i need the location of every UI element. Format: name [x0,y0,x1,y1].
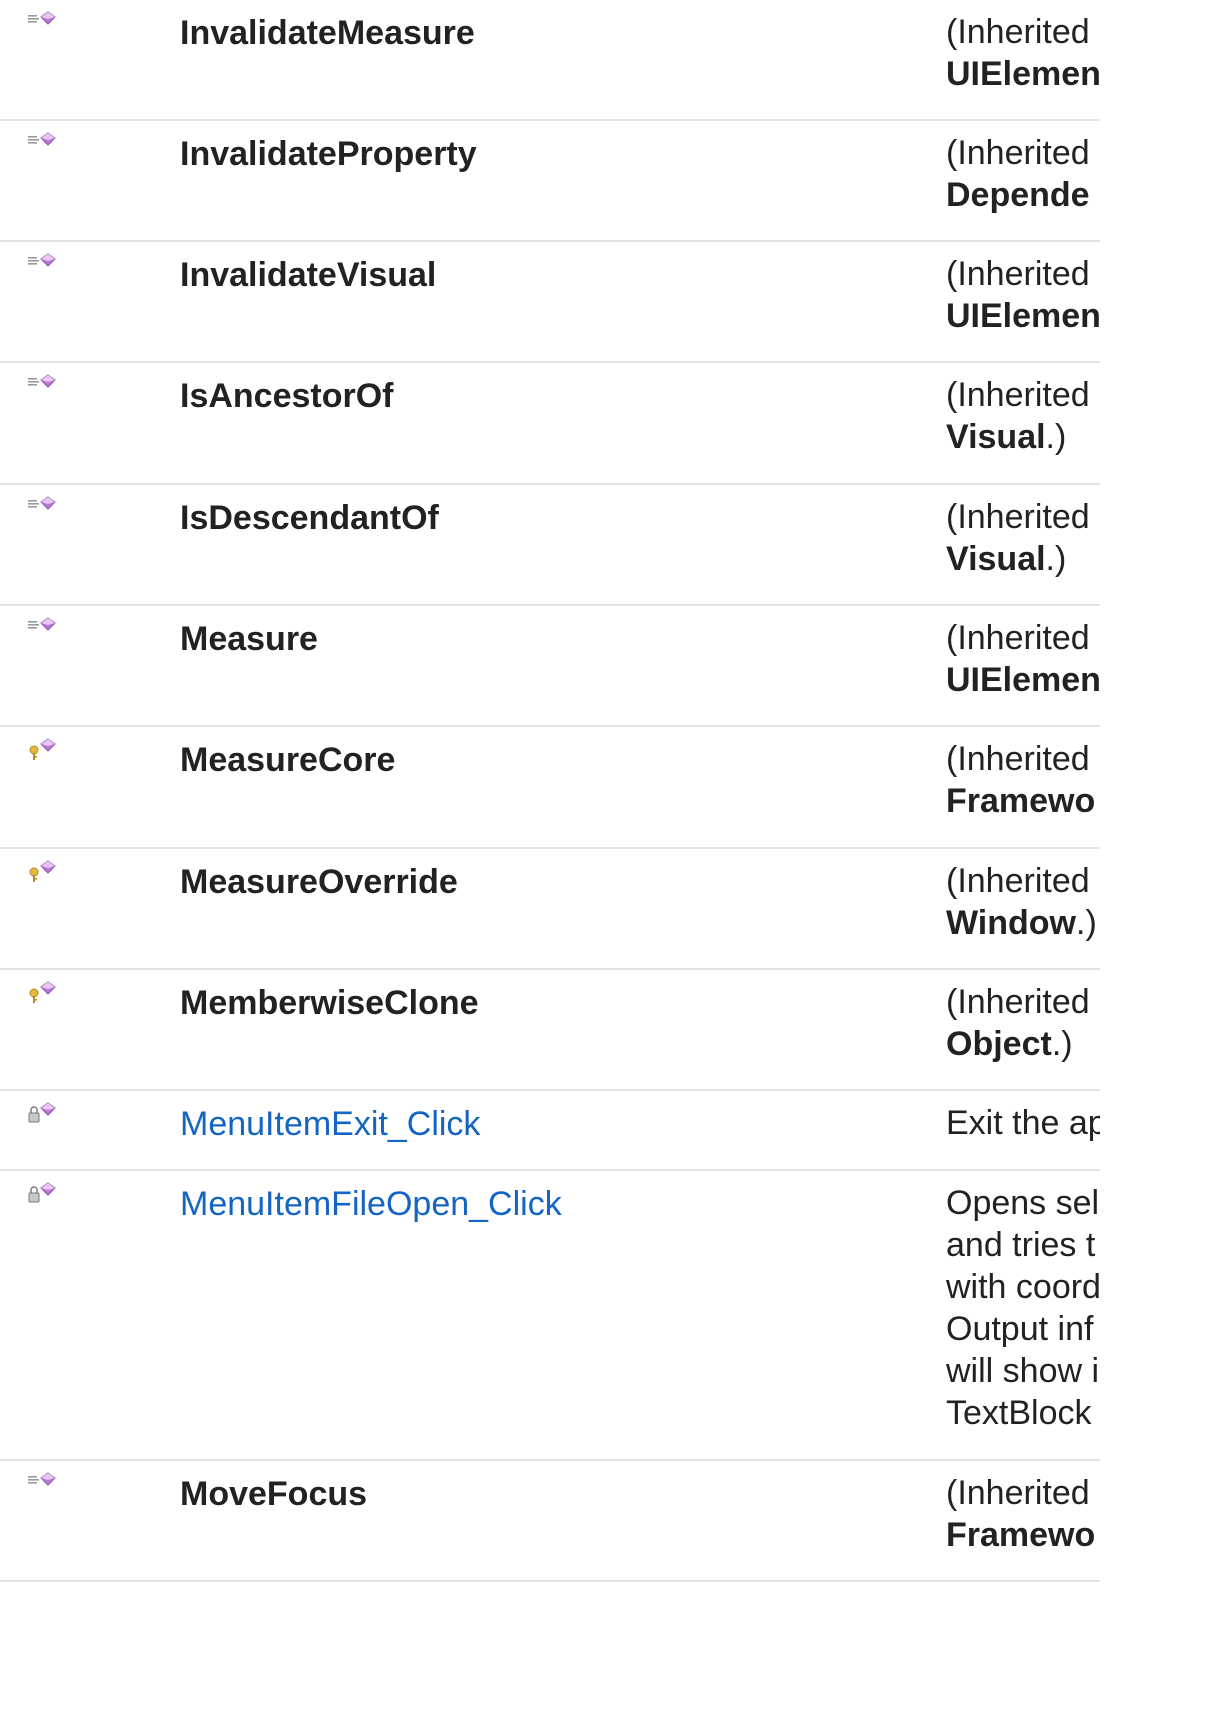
public-method-icon [26,616,60,642]
inherited-label: (Inherited [946,255,1090,293]
method-name: Measure [180,620,318,658]
method-description: (Inherited Window.) [946,860,1100,944]
private-method-icon [26,1181,60,1207]
inherited-label: (Inherited [946,376,1090,414]
description-line: and tries t [946,1226,1096,1264]
table-row: InvalidateMeasure (Inherited UIElemen [0,0,1100,121]
description-line: Exit the ap [946,1104,1100,1142]
inherited-from: Visual.) [946,416,1100,458]
method-description: Opens sel and tries t with coord Output inf… [946,1182,1100,1434]
description-line: with coord [946,1268,1100,1306]
inherited-from: Framewo [946,780,1100,822]
base-class-name: UIElemen [946,297,1100,335]
public-method-icon [26,10,60,36]
inherited-label: (Inherited [946,498,1090,536]
table-row: MeasureOverride (Inherited Window.) [0,849,1100,970]
method-name: InvalidateVisual [180,256,437,294]
private-method-icon [26,1101,60,1127]
method-name: MemberwiseClone [180,984,479,1022]
inherited-label: (Inherited [946,619,1090,657]
method-name: MeasureOverride [180,863,458,901]
table-row: InvalidateVisual (Inherited UIElemen [0,242,1100,363]
method-description: (Inherited Object.) [946,981,1100,1065]
inherited-label: (Inherited [946,862,1090,900]
table-row: Measure (Inherited UIElemen [0,606,1100,727]
method-description: (Inherited UIElemen [946,253,1100,337]
public-method-icon [26,1471,60,1497]
base-class-name: Framewo [946,1516,1096,1554]
base-class-name: Window [946,904,1076,942]
method-description: (Inherited Depende [946,132,1100,216]
table-row: MoveFocus (Inherited Framewo [0,1461,1100,1582]
method-name: InvalidateProperty [180,135,477,173]
method-name: MeasureCore [180,741,396,779]
method-name-link[interactable]: MenuItemExit_Click [180,1102,480,1146]
method-name: MoveFocus [180,1475,368,1513]
table-row: MenuItemExit_Click Exit the ap [0,1091,1100,1171]
inherited-from: UIElemen [946,659,1100,701]
inherited-from: Object.) [946,1023,1100,1065]
protected-method-icon [26,859,60,885]
public-method-icon [26,252,60,278]
inherited-label: (Inherited [946,134,1090,172]
method-description: (Inherited Visual.) [946,374,1100,458]
base-class-name: Depende [946,176,1090,214]
base-class-name: Visual [946,540,1046,578]
method-name-link[interactable]: MenuItemFileOpen_Click [180,1182,562,1226]
base-class-name: Framewo [946,782,1096,820]
inherited-suffix: .) [1076,904,1097,942]
base-class-name: Object [946,1025,1052,1063]
page-viewport: InvalidateMeasure (Inherited UIElemen Inval… [0,0,1215,1711]
description-line: TextBlock [946,1394,1092,1432]
method-description: (Inherited Framewo [946,1472,1100,1556]
method-description: (Inherited UIElemen [946,11,1100,95]
description-line: Opens sel [946,1184,1100,1222]
method-name: IsDescendantOf [180,499,439,537]
inherited-label: (Inherited [946,983,1090,1021]
inherited-from: UIElemen [946,295,1100,337]
base-class-name: UIElemen [946,661,1100,699]
methods-table: InvalidateMeasure (Inherited UIElemen Inval… [0,0,1100,1582]
inherited-from: Depende [946,174,1100,216]
description-line: Output inf [946,1310,1094,1348]
protected-method-icon [26,980,60,1006]
table-row: IsDescendantOf (Inherited Visual.) [0,485,1100,606]
base-class-name: UIElemen [946,55,1100,93]
protected-method-icon [26,737,60,763]
table-row: MeasureCore (Inherited Framewo [0,727,1100,849]
table-row: MemberwiseClone (Inherited Object.) [0,970,1100,1091]
base-class-name: Visual [946,418,1046,456]
inherited-from: Framewo [946,1514,1100,1556]
method-description: (Inherited UIElemen [946,617,1100,701]
inherited-suffix: .) [1045,540,1067,578]
method-name: IsAncestorOf [180,377,394,415]
description-line: will show i [946,1352,1100,1390]
inherited-from: UIElemen [946,53,1100,95]
public-method-icon [26,373,60,399]
table-row: InvalidateProperty (Inherited Depende [0,121,1100,242]
method-description: (Inherited Framewo [946,738,1100,822]
method-name: InvalidateMeasure [180,14,475,52]
inherited-from: Visual.) [946,538,1100,580]
method-description: (Inherited Visual.) [946,496,1100,580]
public-method-icon [26,495,60,521]
inherited-suffix: .) [1045,418,1067,456]
table-row: IsAncestorOf (Inherited Visual.) [0,363,1100,485]
public-method-icon [26,131,60,157]
inherited-suffix: .) [1051,1025,1073,1063]
inherited-label: (Inherited [946,740,1090,778]
inherited-from: Window.) [946,902,1100,944]
method-description: Exit the ap [946,1102,1100,1144]
table-row: MenuItemFileOpen_Click Opens sel and tries… [0,1171,1100,1461]
inherited-label: (Inherited [946,13,1090,51]
inherited-label: (Inherited [946,1474,1090,1512]
